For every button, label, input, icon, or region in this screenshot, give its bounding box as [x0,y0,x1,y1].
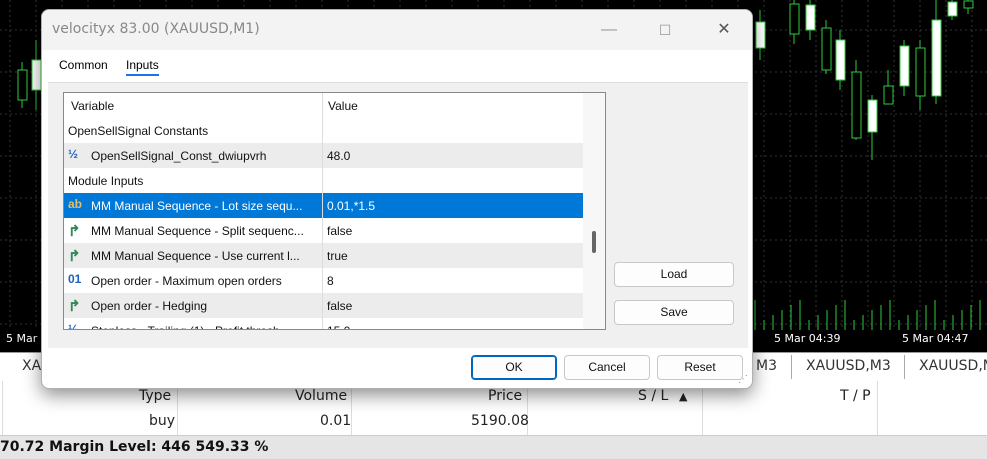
variable-value[interactable]: false [327,224,352,238]
column-divider [2,381,3,435]
column-header-sl[interactable]: S / L [638,388,668,404]
candle-body [867,99,878,133]
variable-value[interactable]: 15.0 [327,324,350,329]
input-row[interactable]: ↱ MM Manual Sequence - Split sequenc... fa… [64,218,583,243]
candle-body [789,3,800,35]
input-row[interactable]: 01 Open order - Maximum open orders 8 [64,268,583,293]
variable-name: Open order - Maximum open orders [91,274,282,288]
column-header-type[interactable]: Type [139,388,171,404]
variable-name: MM Manual Sequence - Lot size sequ... [91,199,303,213]
candle-body [947,1,958,17]
dialog-titlebar[interactable]: velocityx 83.00 (XAUUSD,M1) — ☐ ✕ [42,10,752,50]
variable-value[interactable]: false [327,299,352,313]
status-bar: 70.72 Margin Level: 446 549.33 % [0,435,987,459]
column-divider [177,381,178,435]
input-row[interactable]: ab MM Manual Sequence - Lot size sequ... 0… [64,193,583,218]
group-label: OpenSellSignal Constants [68,124,209,138]
cell-price: 5190.08 [471,413,529,429]
bool-arrow-icon: ↱ [68,248,81,265]
time-axis-label: 5 Mar [6,332,38,345]
candle-body [899,45,910,87]
chart-tab[interactable]: XA [22,358,41,374]
group-row: OpenSellSignal Constants [64,118,583,143]
maximize-icon[interactable]: ☐ [651,18,679,42]
cell-volume: 0.01 [320,413,352,429]
candle-body [821,27,832,71]
candle-body [755,21,766,49]
input-row[interactable]: ↱ Open order - Hedging false [64,293,583,318]
tab-divider [791,355,792,379]
expert-properties-dialog: velocityx 83.00 (XAUUSD,M1) — ☐ ✕ Common… [41,9,753,389]
variable-name: Stoploss - Trailing (1) - Profit thresh.… [91,324,290,329]
string-type-icon: ab [68,197,83,211]
group-label: Module Inputs [68,174,144,188]
candle-body [835,39,846,81]
load-button[interactable]: Load [614,262,734,287]
variable-name: Open order - Hedging [91,299,208,313]
group-row: Module Inputs [64,168,583,193]
reset-button[interactable]: Reset [657,355,743,380]
column-divider [702,381,703,435]
bool-arrow-icon: ↱ [68,223,81,240]
candle-body [17,69,28,101]
trade-table: Type Volume Price S / L ▲ T / P buy 0.01… [0,381,987,435]
cell-type: buy [149,413,176,429]
variable-name: MM Manual Sequence - Use current l... [91,249,300,263]
bool-arrow-icon: ↱ [68,298,81,315]
fraction-type-icon: ½ [68,322,79,330]
margin-level-status: 70.72 Margin Level: 446 549.33 % [0,439,269,455]
chart-tab[interactable]: M3 [756,358,777,374]
chart-tab[interactable]: XAUUSD,M [919,358,987,374]
dialog-title: velocityx 83.00 (XAUUSD,M1) [52,21,260,37]
variable-value[interactable]: true [327,249,348,263]
scrollbar-thumb[interactable] [592,231,596,253]
candle-body [915,47,926,97]
sort-arrow-icon: ▲ [679,390,688,403]
time-axis-label: 5 Mar 04:47 [902,332,969,345]
dialog-tab-bar: Common Inputs [42,50,752,80]
fraction-type-icon: ½ [68,147,79,161]
minimize-icon[interactable]: — [595,18,623,42]
cancel-button[interactable]: Cancel [564,355,650,380]
inputs-grid: Variable Value OpenSellSignal Constants ½… [63,92,606,330]
save-button[interactable]: Save [614,300,734,325]
tab-divider [904,355,905,379]
int-type-icon: 01 [68,272,82,286]
candle-body [805,4,816,31]
chart-tab[interactable]: XAUUSD,M3 [806,358,891,374]
candle-body [963,0,974,9]
input-row[interactable]: ½ OpenSellSignal_Const_dwiupvrh 48.0 [64,143,583,168]
input-row[interactable]: ↱ MM Manual Sequence - Use current l... tr… [64,243,583,268]
tab-common[interactable]: Common [59,58,108,72]
time-axis-label: 5 Mar 04:39 [774,332,841,345]
ok-button[interactable]: OK [471,355,557,380]
grid-header-row: Variable Value [64,93,583,118]
candle-body [883,85,894,105]
column-header-tp[interactable]: T / P [840,388,871,404]
variable-name: MM Manual Sequence - Split sequenc... [91,224,304,238]
input-row[interactable]: ½ Stoploss - Trailing (1) - Profit thresh… [64,318,583,330]
candle-body [851,71,862,139]
resize-grip-icon[interactable]: ⋰ [738,374,750,386]
variable-value[interactable]: 48.0 [327,149,350,163]
candle-body [931,19,942,97]
column-header-price[interactable]: Price [488,388,522,404]
column-header-volume[interactable]: Volume [295,388,347,404]
variable-value[interactable]: 0.01,*1.5 [327,199,375,213]
grid-vertical-scrollbar[interactable] [583,93,605,329]
column-divider [877,381,878,435]
candle-body [31,59,42,91]
variable-name: OpenSellSignal_Const_dwiupvrh [91,149,267,163]
close-icon[interactable]: ✕ [710,18,738,42]
column-header-variable[interactable]: Variable [71,99,114,113]
tab-inputs[interactable]: Inputs [126,58,159,76]
column-header-value[interactable]: Value [328,99,358,113]
variable-value[interactable]: 8 [327,274,334,288]
